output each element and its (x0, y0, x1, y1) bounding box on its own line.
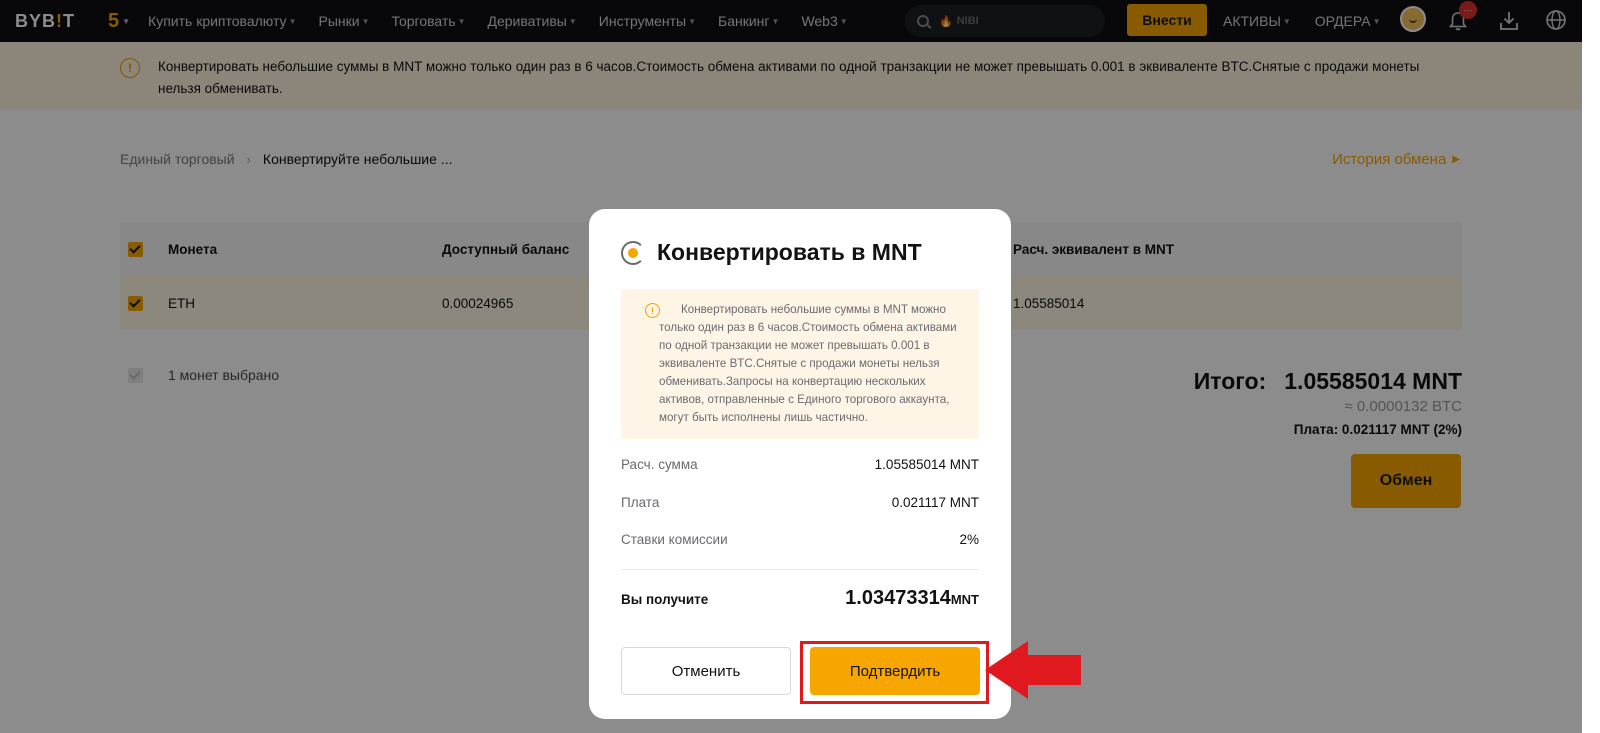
receive-value: 1.03473314MNT (845, 587, 979, 610)
receive-label: Вы получите (621, 592, 709, 607)
detail-commission-rate: Ставки комиссии 2% (621, 532, 979, 547)
divider (621, 569, 979, 570)
scrollbar-track[interactable] (1582, 0, 1600, 733)
modal-title-text: Конвертировать в MNT (657, 239, 922, 265)
cancel-button[interactable]: Отменить (621, 647, 791, 695)
modal-notice: ! Конвертировать небольшие суммы в MNT м… (621, 289, 979, 439)
detail-label: Плата (621, 495, 660, 510)
mnt-coin-icon (621, 240, 645, 265)
detail-value: 1.05585014 MNT (874, 457, 979, 472)
red-arrow-icon (985, 641, 1081, 699)
detail-value: 0.021117 MNT (891, 495, 979, 510)
receive-line: Вы получите 1.03473314MNT (621, 587, 979, 610)
detail-value: 2% (959, 532, 979, 547)
highlight-box (800, 641, 989, 704)
modal-notice-text: Конвертировать небольшие суммы в MNT мож… (659, 303, 957, 424)
receive-amount: 1.03473314 (845, 587, 951, 609)
detail-fee: Плата 0.021117 MNT (621, 495, 979, 510)
modal-title: Конвертировать в MNT (621, 239, 922, 266)
detail-label: Ставки комиссии (621, 532, 728, 547)
detail-label: Расч. сумма (621, 457, 698, 472)
warning-icon: ! (645, 303, 660, 318)
detail-estimated-amount: Расч. сумма 1.05585014 MNT (621, 457, 979, 472)
receive-unit: MNT (950, 592, 979, 607)
